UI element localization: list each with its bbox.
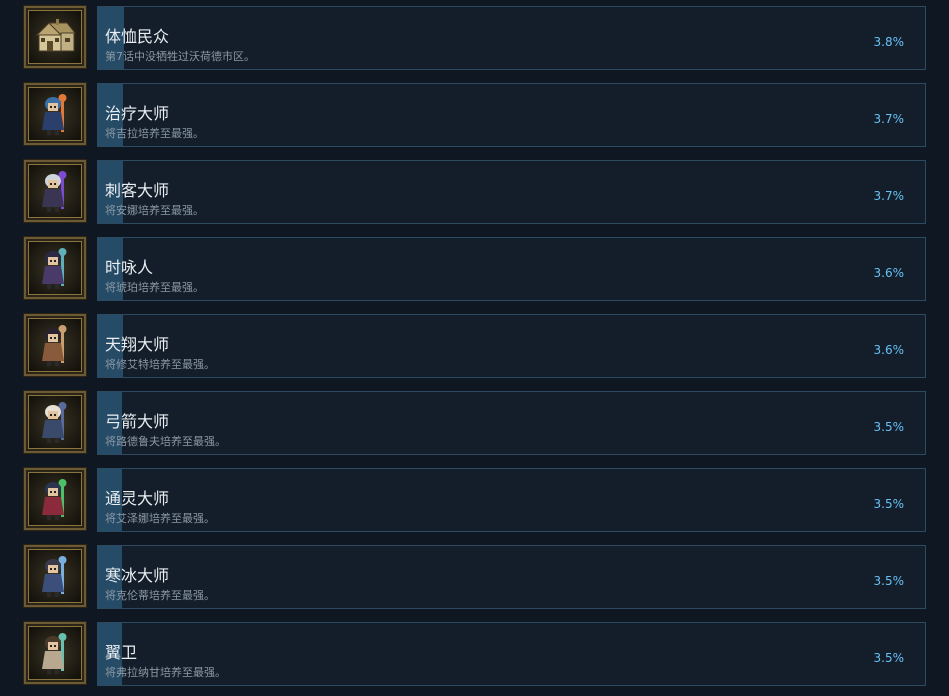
unlock-percentage: 3.8% (873, 35, 905, 49)
achievement-row: 天翔大师将修艾特培养至最强。 3.6% (0, 308, 949, 378)
achievement-row: 寒冰大师将克伦蒂培养至最强。 3.5% (0, 539, 949, 609)
achievement-description: 将琥珀培养至最强。 (105, 281, 204, 294)
achievement-description: 将弗拉纳甘培养至最强。 (105, 666, 226, 679)
achievement-description: 将安娜培养至最强。 (105, 204, 204, 217)
unlock-percentage: 3.5% (873, 651, 905, 665)
achievement-card: 翼卫将弗拉纳甘培养至最强。 3.5% (97, 622, 926, 686)
achievement-title: 刺客大师 (105, 181, 170, 200)
unlock-percentage: 3.7% (873, 112, 905, 126)
archer-character-icon (23, 390, 87, 454)
timemage-character-icon (23, 236, 87, 300)
achievement-title: 通灵大师 (105, 489, 170, 508)
achievement-description: 将艾泽娜培养至最强。 (105, 512, 215, 525)
unlock-percentage: 3.5% (873, 420, 905, 434)
icemage-character-icon (23, 544, 87, 608)
house-icon (23, 5, 87, 69)
achievement-card: 寒冰大师将克伦蒂培养至最强。 3.5% (97, 545, 926, 609)
achievement-title: 时咏人 (105, 258, 154, 277)
achievement-row: 翼卫将弗拉纳甘培养至最强。 3.5% (0, 616, 949, 686)
achievement-row: 刺客大师将安娜培养至最强。 3.7% (0, 154, 949, 224)
achievement-title: 治疗大师 (105, 104, 170, 123)
spiritmaster-character-icon (23, 467, 87, 531)
achievement-title: 体恤民众 (105, 27, 170, 46)
achievement-description: 第7话中没牺牲过沃荷德市区。 (105, 50, 255, 63)
unlock-percentage: 3.6% (873, 343, 905, 357)
unlock-percentage: 3.7% (873, 189, 905, 203)
achievement-description: 将路德鲁夫培养至最强。 (105, 435, 226, 448)
achievement-title: 翼卫 (105, 643, 138, 662)
achievement-title: 寒冰大师 (105, 566, 170, 585)
unlock-percentage: 3.5% (873, 574, 905, 588)
achievement-row: 通灵大师将艾泽娜培养至最强。 3.5% (0, 462, 949, 532)
achievement-card: 治疗大师将吉拉培养至最强。 3.7% (97, 83, 926, 147)
achievement-row: 体恤民众第7话中没牺牲过沃荷德市区。 3.8% (0, 0, 949, 70)
achievement-row: 弓箭大师将路德鲁夫培养至最强。 3.5% (0, 385, 949, 455)
achievement-row: 时咏人将琥珀培养至最强。 3.6% (0, 231, 949, 301)
achievement-description: 将吉拉培养至最强。 (105, 127, 204, 140)
healer-character-icon (23, 82, 87, 146)
skyrider-character-icon (23, 313, 87, 377)
unlock-percentage: 3.5% (873, 497, 905, 511)
achievement-description: 将修艾特培养至最强。 (105, 358, 215, 371)
achievement-list: 体恤民众 第7话中没牺牲过沃荷德市区。 3.8% 治疗大师 将吉拉培养至最强。 3.7% 刺… (0, 0, 949, 696)
achievement-title: 天翔大师 (105, 335, 170, 354)
achievement-card: 天翔大师将修艾特培养至最强。 3.6% (97, 314, 926, 378)
achievement-card: 弓箭大师将路德鲁夫培养至最强。 3.5% (97, 391, 926, 455)
achievement-description: 将克伦蒂培养至最强。 (105, 589, 215, 602)
wingguard-character-icon (23, 621, 87, 685)
achievement-card: 刺客大师将安娜培养至最强。 3.7% (97, 160, 926, 224)
achievement-row: 治疗大师将吉拉培养至最强。 3.7% (0, 77, 949, 147)
unlock-percentage: 3.6% (873, 266, 905, 280)
assassin-character-icon (23, 159, 87, 223)
achievement-card: 通灵大师将艾泽娜培养至最强。 3.5% (97, 468, 926, 532)
achievement-card: 时咏人将琥珀培养至最强。 3.6% (97, 237, 926, 301)
achievement-card: 体恤民众第7话中没牺牲过沃荷德市区。 3.8% (97, 6, 926, 70)
achievement-title: 弓箭大师 (105, 412, 170, 431)
